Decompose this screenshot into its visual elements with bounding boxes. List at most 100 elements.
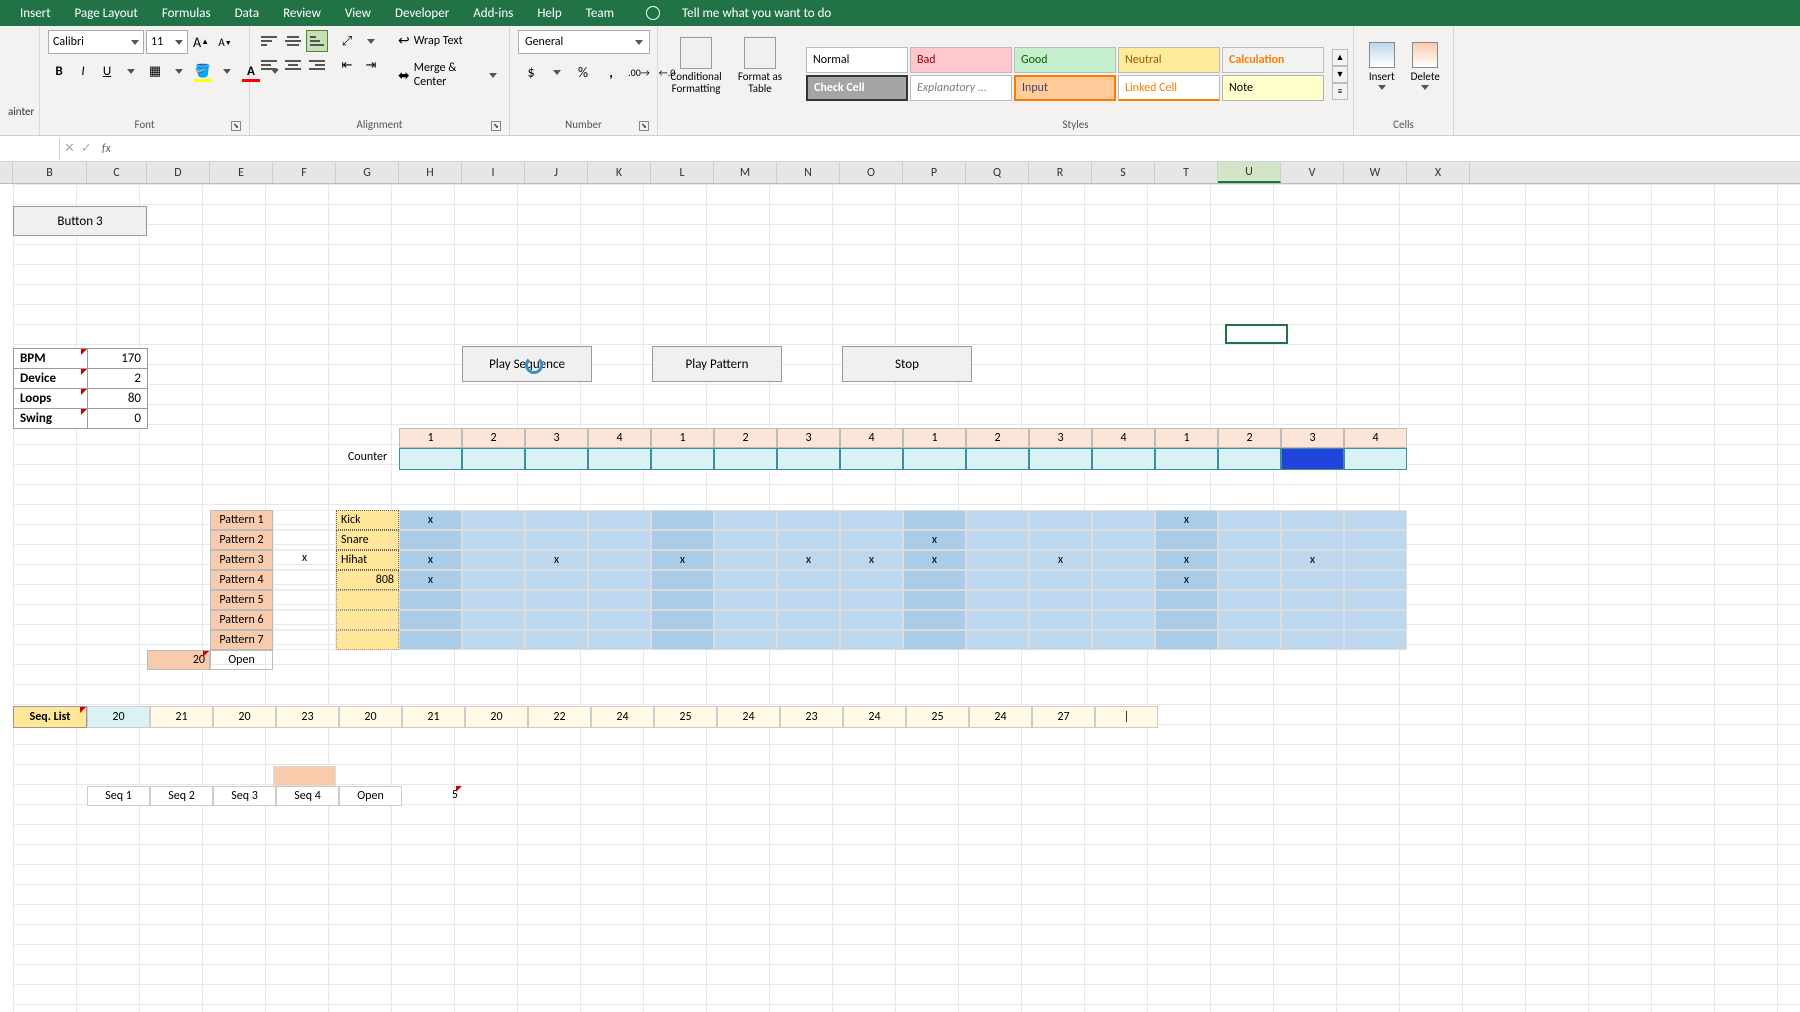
loops-value[interactable]: 80 <box>88 389 148 409</box>
menu-addins[interactable]: Add-ins <box>461 6 525 21</box>
play-pattern-button[interactable]: Play Pattern <box>652 346 782 382</box>
seq-list-cell[interactable]: 25 <box>906 706 969 728</box>
col-F[interactable]: F <box>273 162 336 183</box>
counter-cell[interactable] <box>966 448 1029 470</box>
step-cell[interactable] <box>903 570 966 590</box>
step-cell[interactable] <box>1092 610 1155 630</box>
seq-list-cell[interactable]: 24 <box>717 706 780 728</box>
col-Q[interactable]: Q <box>966 162 1029 183</box>
fill-dropdown[interactable] <box>216 60 238 82</box>
step-cell[interactable] <box>588 630 651 650</box>
percent-button[interactable]: % <box>570 60 596 84</box>
step-cell[interactable]: x <box>651 550 714 570</box>
step-cell[interactable] <box>588 510 651 530</box>
step-cell[interactable] <box>525 530 588 550</box>
insert-cells-button[interactable]: Insert <box>1362 30 1402 102</box>
pattern-select-cell[interactable]: x <box>273 550 336 570</box>
style-linked-cell[interactable]: Linked Cell <box>1118 75 1220 101</box>
step-cell[interactable]: x <box>1155 550 1218 570</box>
instrument-cell[interactable]: Kick <box>336 510 399 530</box>
counter-cell[interactable] <box>399 448 462 470</box>
step-cell[interactable] <box>399 610 462 630</box>
style-note[interactable]: Note <box>1222 75 1324 101</box>
seq-button[interactable]: Seq 4 <box>276 786 339 806</box>
step-cell[interactable] <box>1029 510 1092 530</box>
styles-more-button[interactable]: ≡ <box>1332 83 1348 100</box>
step-cell[interactable] <box>1281 590 1344 610</box>
merge-center-button[interactable]: ⬌Merge & Center <box>394 59 501 91</box>
step-cell[interactable] <box>1029 590 1092 610</box>
button-3[interactable]: Button 3 <box>13 206 147 236</box>
seq-button[interactable]: Open <box>339 786 402 806</box>
step-cell[interactable] <box>525 610 588 630</box>
step-cell[interactable] <box>1092 530 1155 550</box>
step-cell[interactable] <box>1029 610 1092 630</box>
menu-review[interactable]: Review <box>271 6 333 21</box>
col-U[interactable]: U <box>1218 162 1281 183</box>
step-cell[interactable] <box>1155 630 1218 650</box>
col-V[interactable]: V <box>1281 162 1344 183</box>
step-cell[interactable] <box>1092 510 1155 530</box>
step-cell[interactable] <box>714 570 777 590</box>
tell-me-search[interactable]: Tell me what you want to do <box>646 6 843 21</box>
step-cell[interactable] <box>588 590 651 610</box>
step-cell[interactable] <box>588 570 651 590</box>
step-cell[interactable] <box>399 630 462 650</box>
counter-cell[interactable] <box>840 448 903 470</box>
counter-cell[interactable] <box>714 448 777 470</box>
decrease-font-icon[interactable]: A▼ <box>214 31 236 53</box>
counter-cell[interactable] <box>1344 448 1407 470</box>
step-cell[interactable] <box>651 510 714 530</box>
step-cell[interactable] <box>714 630 777 650</box>
step-cell[interactable] <box>1344 530 1407 550</box>
col-C[interactable]: C <box>87 162 147 183</box>
font-color-button[interactable]: A <box>240 60 262 82</box>
step-cell[interactable] <box>1218 510 1281 530</box>
cancel-formula-icon[interactable]: ✕ <box>64 141 75 156</box>
instrument-cell[interactable]: Hihat <box>336 550 399 570</box>
seq-list-cell[interactable]: 23 <box>276 706 339 728</box>
currency-button[interactable]: $ <box>518 60 544 84</box>
col-H[interactable]: H <box>399 162 462 183</box>
seq-list-cell[interactable]: 20 <box>465 706 528 728</box>
step-cell[interactable] <box>1344 630 1407 650</box>
col-G[interactable]: G <box>336 162 399 183</box>
col-O[interactable]: O <box>840 162 903 183</box>
step-cell[interactable] <box>840 590 903 610</box>
seq-list-cell[interactable]: 27 <box>1032 706 1095 728</box>
counter-cell[interactable] <box>777 448 840 470</box>
format-painter-icon[interactable]: ainter <box>8 105 34 118</box>
col-L[interactable]: L <box>651 162 714 183</box>
seq-list-cell[interactable]: 23 <box>780 706 843 728</box>
pattern-label[interactable]: Pattern 1 <box>210 510 273 530</box>
col-B[interactable]: B <box>13 162 87 183</box>
pattern-label[interactable]: Pattern 3 <box>210 550 273 570</box>
increase-decimal-button[interactable]: .00→ <box>626 60 652 84</box>
col-X[interactable]: X <box>1407 162 1470 183</box>
step-cell[interactable] <box>966 550 1029 570</box>
active-cell[interactable] <box>1225 324 1288 344</box>
instrument-cell[interactable] <box>336 630 399 650</box>
instrument-cell[interactable] <box>336 590 399 610</box>
step-cell[interactable] <box>525 510 588 530</box>
step-cell[interactable] <box>1092 630 1155 650</box>
align-middle-button[interactable] <box>282 30 304 52</box>
align-bottom-button[interactable] <box>306 30 328 52</box>
name-box[interactable] <box>0 138 60 160</box>
seq-list-cell[interactable]: 21 <box>402 706 465 728</box>
pattern-select-cell[interactable] <box>273 570 336 590</box>
step-cell[interactable] <box>966 530 1029 550</box>
step-cell[interactable]: x <box>399 550 462 570</box>
step-cell[interactable]: x <box>840 550 903 570</box>
style-calculation[interactable]: Calculation <box>1222 47 1324 73</box>
seq-list-cell[interactable]: 20 <box>87 706 150 728</box>
pattern-label[interactable]: Pattern 4 <box>210 570 273 590</box>
step-cell[interactable] <box>399 590 462 610</box>
style-normal[interactable]: Normal <box>806 47 908 73</box>
open-row-number[interactable]: 20 <box>147 650 210 670</box>
step-cell[interactable] <box>777 610 840 630</box>
step-cell[interactable] <box>462 550 525 570</box>
bold-button[interactable]: B <box>48 60 70 82</box>
step-cell[interactable] <box>651 570 714 590</box>
step-cell[interactable] <box>966 510 1029 530</box>
